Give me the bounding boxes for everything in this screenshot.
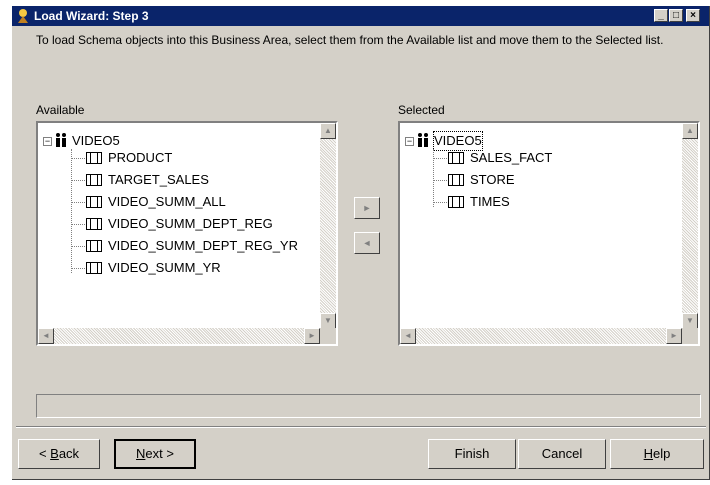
maximize-button[interactable]: □ bbox=[669, 9, 683, 22]
minimize-button[interactable]: _ bbox=[654, 9, 668, 22]
tree-root-node[interactable]: VIDEO5 bbox=[433, 131, 483, 151]
collapse-icon[interactable]: − bbox=[405, 137, 414, 146]
list-item[interactable]: TIMES bbox=[470, 193, 510, 211]
table-icon bbox=[448, 152, 464, 164]
table-icon bbox=[86, 152, 102, 164]
move-right-button[interactable]: ► bbox=[354, 197, 380, 219]
scroll-left-button[interactable]: ◄ bbox=[400, 328, 416, 344]
wizard-icon bbox=[15, 8, 31, 27]
button-separator bbox=[16, 426, 706, 428]
available-list[interactable]: − VIDEO5 PRODUCT TARGET_SALES VIDEO_SUMM… bbox=[36, 121, 338, 346]
scroll-left-button[interactable]: ◄ bbox=[38, 328, 54, 344]
list-item[interactable]: VIDEO_SUMM_DEPT_REG_YR bbox=[108, 237, 298, 255]
table-icon bbox=[86, 218, 102, 230]
selected-list[interactable]: − VIDEO5 SALES_FACT STORE TIMES ▲ ▼ ◄ ► bbox=[398, 121, 700, 346]
selected-label: Selected bbox=[398, 103, 445, 117]
window-title: Load Wizard: Step 3 bbox=[34, 9, 149, 23]
help-button[interactable]: Help bbox=[610, 439, 704, 469]
list-item[interactable]: VIDEO_SUMM_ALL bbox=[108, 193, 226, 211]
vertical-scrollbar[interactable] bbox=[682, 139, 698, 330]
table-icon bbox=[86, 196, 102, 208]
instructions-text: To load Schema objects into this Busines… bbox=[36, 33, 664, 47]
table-icon bbox=[448, 196, 464, 208]
table-icon bbox=[86, 174, 102, 186]
table-icon bbox=[448, 174, 464, 186]
list-item[interactable]: PRODUCT bbox=[108, 149, 172, 167]
back-button[interactable]: < Back bbox=[18, 439, 100, 469]
list-item[interactable]: SALES_FACT bbox=[470, 149, 552, 167]
progress-bar bbox=[36, 394, 701, 418]
table-icon bbox=[86, 262, 102, 274]
table-icon bbox=[86, 240, 102, 252]
scroll-down-button[interactable]: ▼ bbox=[682, 313, 698, 329]
horizontal-scrollbar[interactable] bbox=[54, 328, 304, 344]
available-label: Available bbox=[36, 103, 85, 117]
list-item[interactable]: STORE bbox=[470, 171, 515, 189]
move-left-button[interactable]: ◄ bbox=[354, 232, 380, 254]
tree-root-node[interactable]: VIDEO5 bbox=[72, 132, 120, 150]
scroll-down-button[interactable]: ▼ bbox=[320, 313, 336, 329]
cancel-button[interactable]: Cancel bbox=[518, 439, 606, 469]
load-wizard-window: Load Wizard: Step 3 _ □ × To load Schema… bbox=[12, 6, 710, 480]
finish-button[interactable]: Finish bbox=[428, 439, 516, 469]
schema-user-icon bbox=[54, 132, 68, 151]
next-button[interactable]: Next > bbox=[114, 439, 196, 469]
collapse-icon[interactable]: − bbox=[43, 137, 52, 146]
scroll-right-button[interactable]: ► bbox=[304, 328, 320, 344]
horizontal-scrollbar[interactable] bbox=[416, 328, 666, 344]
close-button[interactable]: × bbox=[686, 9, 700, 22]
schema-user-icon bbox=[416, 132, 430, 151]
scroll-right-button[interactable]: ► bbox=[666, 328, 682, 344]
scroll-up-button[interactable]: ▲ bbox=[682, 123, 698, 139]
scroll-up-button[interactable]: ▲ bbox=[320, 123, 336, 139]
vertical-scrollbar[interactable] bbox=[320, 139, 336, 330]
list-item[interactable]: VIDEO_SUMM_DEPT_REG bbox=[108, 215, 273, 233]
title-bar[interactable]: Load Wizard: Step 3 _ □ × bbox=[12, 6, 709, 27]
list-item[interactable]: TARGET_SALES bbox=[108, 171, 209, 189]
list-item[interactable]: VIDEO_SUMM_YR bbox=[108, 259, 221, 277]
